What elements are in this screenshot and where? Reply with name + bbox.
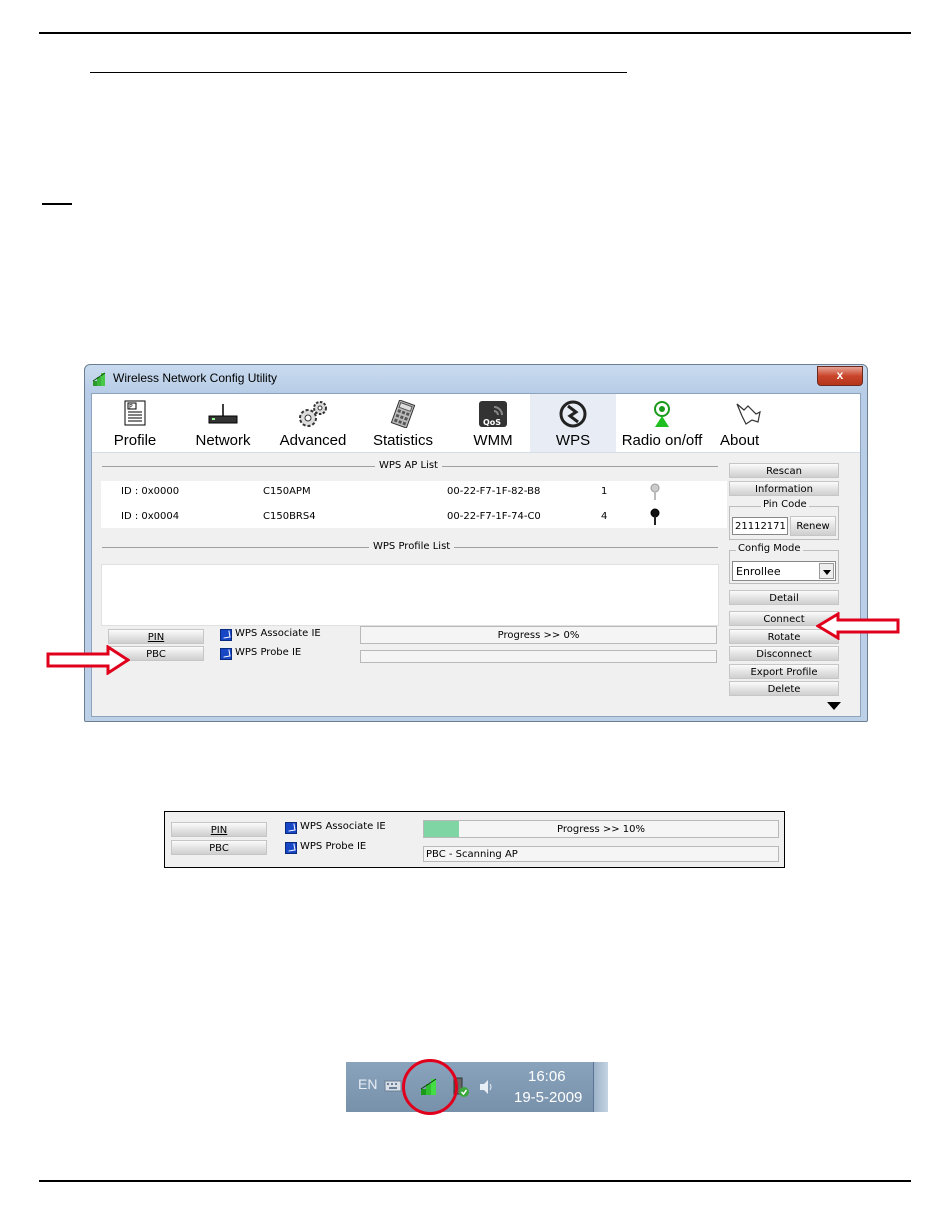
tab-advanced-label: Advanced [279, 432, 347, 449]
volume-icon[interactable] [478, 1078, 496, 1096]
section-mark [42, 203, 72, 205]
show-desktop-button[interactable] [593, 1062, 608, 1112]
about-icon [736, 403, 761, 425]
delete-button[interactable]: Delete [729, 681, 839, 696]
client-area: P Profile Network Advanced Statistics Qo… [91, 393, 861, 717]
wps-probe-ie-checkbox[interactable] [285, 842, 297, 854]
clock-date[interactable]: 19-5-2009 [514, 1089, 582, 1106]
pbc-button[interactable]: PBC [171, 840, 267, 855]
tab-wps-label: WPS [555, 432, 591, 449]
table-row[interactable]: ID : 0x0000 C150APM 00-22-F7-1F-82-B8 1 [101, 481, 727, 503]
wps-profile-list[interactable] [101, 564, 719, 626]
key-icon [650, 508, 660, 525]
tab-profile[interactable]: P Profile [96, 394, 174, 452]
config-mode-caption: Config Mode [736, 543, 803, 554]
wps-status-box [360, 650, 717, 663]
profile-icon: P [124, 400, 146, 426]
heading-underline [90, 72, 627, 73]
ap-id: ID : 0x0000 [121, 486, 180, 497]
tab-advanced[interactable]: Advanced [272, 394, 354, 452]
window-title: Wireless Network Config Utility [113, 371, 278, 385]
tab-wmm[interactable]: QoS WMM [452, 394, 534, 452]
scroll-down-icon[interactable] [826, 701, 842, 711]
rescan-button[interactable]: Rescan [729, 463, 839, 478]
tab-wps[interactable]: WPS [530, 394, 616, 452]
ap-ssid: C150APM [263, 486, 311, 497]
wps-probe-ie-label: WPS Probe IE [235, 647, 302, 658]
top-rule [39, 32, 911, 34]
wps-progress-bar: Progress >> 0% [360, 626, 717, 644]
toolbar: P Profile Network Advanced Statistics Qo… [92, 394, 860, 453]
ap-bssid: 00-22-F7-1F-74-C0 [447, 511, 541, 522]
table-row[interactable]: ID : 0x0004 C150BRS4 00-22-F7-1F-74-C0 4 [101, 506, 727, 528]
progress-fill [424, 821, 460, 837]
wps-associate-ie-checkbox[interactable] [285, 822, 297, 834]
tab-about-label: About [720, 432, 760, 449]
disconnect-button[interactable]: Disconnect [729, 646, 839, 661]
wireless-app-icon [92, 372, 106, 386]
wps-associate-ie-checkbox[interactable] [220, 629, 232, 641]
tab-wmm-label: WMM [473, 432, 513, 449]
tab-profile-label: Profile [113, 432, 157, 449]
wps-associate-ie-label: WPS Associate IE [235, 628, 321, 639]
pin-button[interactable]: PIN [171, 822, 267, 837]
tab-about[interactable]: About [714, 394, 784, 452]
config-mode-select[interactable]: Enrollee [732, 561, 836, 581]
detail-button[interactable]: Detail [729, 590, 839, 605]
gears-icon [299, 401, 327, 427]
pin-code-caption: Pin Code [761, 499, 809, 510]
tab-statistics[interactable]: Statistics [362, 394, 444, 452]
close-button[interactable]: x [817, 366, 863, 386]
wps-progress-snippet: PIN PBC WPS Associate IE WPS Probe IE Pr… [164, 811, 785, 868]
wps-panel: WPS AP List ID : 0x0000 C150APM 00-22-F7… [92, 453, 860, 716]
taskbar-tray: EN 16:06 19-5-2009 [346, 1062, 608, 1112]
wps-ap-list[interactable]: ID : 0x0000 C150APM 00-22-F7-1F-82-B8 1 … [101, 481, 727, 528]
wps-associate-ie-label: WPS Associate IE [300, 821, 386, 832]
wps-status-box: PBC - Scanning AP [423, 846, 779, 862]
router-icon [208, 404, 238, 424]
clock-time[interactable]: 16:06 [528, 1068, 566, 1085]
svg-text:P: P [129, 404, 133, 411]
calculator-icon [390, 400, 416, 428]
wps-probe-ie-label: WPS Probe IE [300, 841, 367, 852]
tab-network[interactable]: Network [184, 394, 262, 452]
renew-button[interactable]: Renew [790, 516, 836, 536]
arrow-to-connect-icon [816, 612, 900, 640]
ap-id: ID : 0x0004 [121, 511, 180, 522]
radio-icon [654, 401, 670, 427]
tab-radio-onoff[interactable]: Radio on/off [616, 394, 708, 452]
bottom-rule [39, 1180, 911, 1182]
arrow-to-pbc-icon [46, 645, 130, 675]
pin-button[interactable]: PIN [108, 629, 204, 644]
ap-ssid: C150BRS4 [263, 511, 316, 522]
chevron-down-icon[interactable] [819, 563, 834, 579]
ap-channel: 1 [601, 486, 608, 497]
ap-channel: 4 [601, 511, 608, 522]
wireless-config-window: Wireless Network Config Utility x P Prof… [84, 364, 868, 722]
svg-text:QoS: QoS [483, 418, 501, 427]
tray-highlight-circle [402, 1059, 458, 1115]
ap-bssid: 00-22-F7-1F-82-B8 [447, 486, 541, 497]
wps-progress-bar: Progress >> 10% [423, 820, 779, 838]
tab-radio-onoff-label: Radio on/off [621, 432, 703, 449]
wps-probe-ie-checkbox[interactable] [220, 648, 232, 660]
keyboard-icon[interactable] [384, 1078, 402, 1092]
wps-icon [559, 400, 587, 428]
pin-code-field[interactable]: 21112171 [732, 517, 788, 535]
ap-list-title: WPS AP List [375, 460, 442, 471]
qos-icon: QoS [479, 401, 507, 427]
profile-list-title: WPS Profile List [369, 541, 455, 552]
tab-statistics-label: Statistics [372, 432, 433, 449]
information-button[interactable]: Information [729, 481, 839, 496]
tab-network-label: Network [195, 432, 251, 449]
export-profile-button[interactable]: Export Profile [729, 664, 839, 679]
key-icon [650, 483, 660, 500]
language-indicator[interactable]: EN [358, 1076, 377, 1092]
